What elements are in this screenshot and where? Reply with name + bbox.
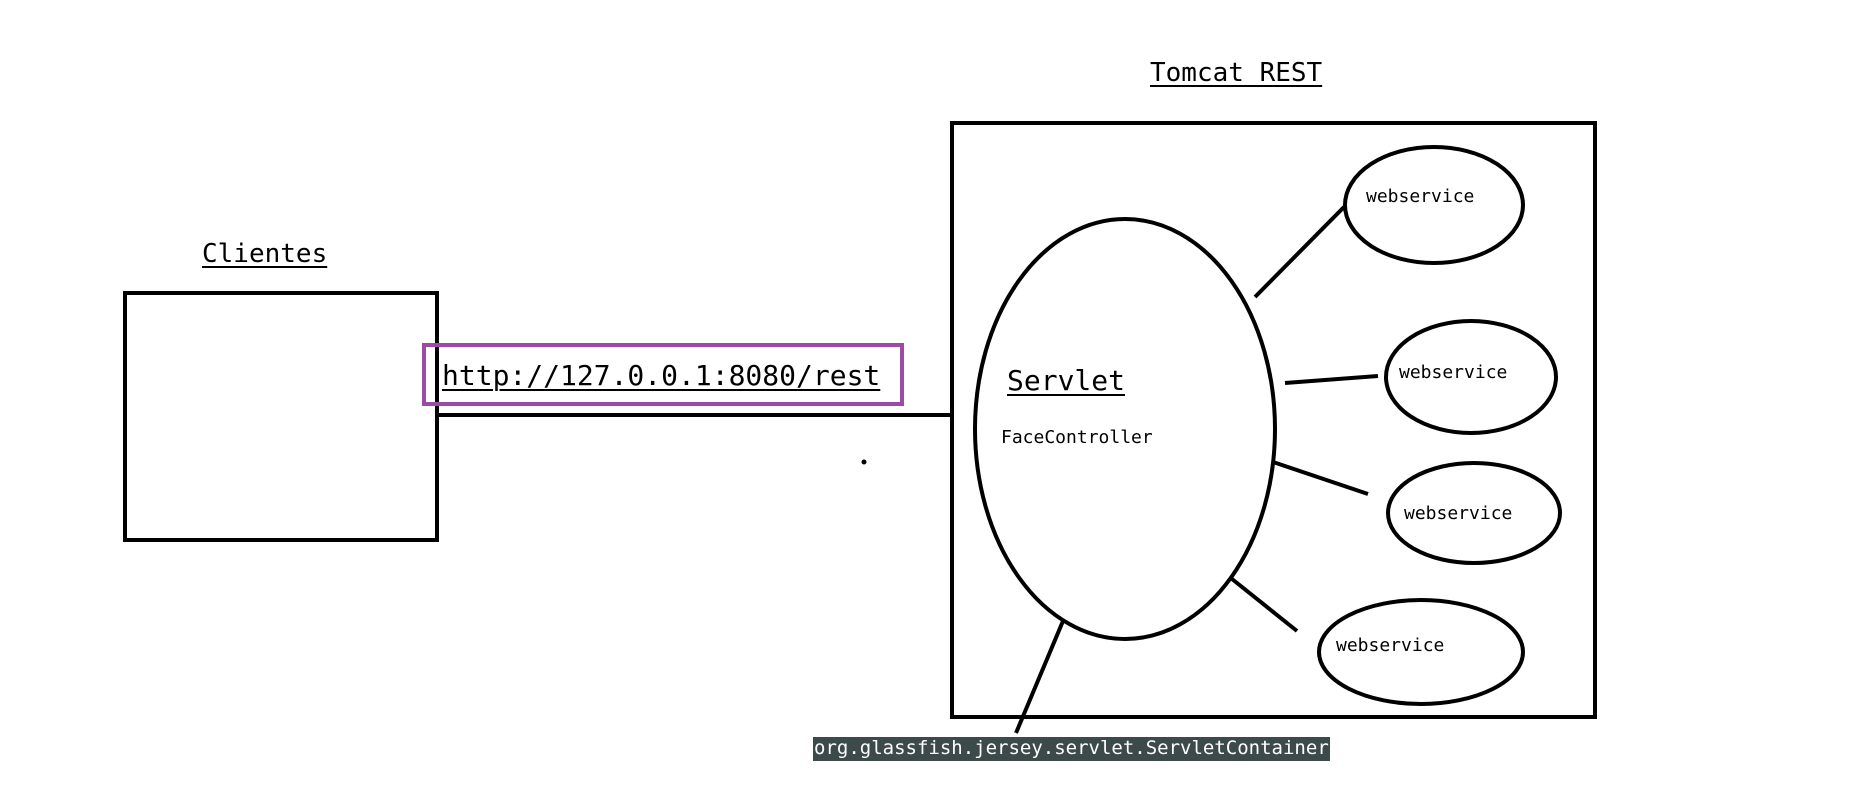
architecture-diagram (123, 121, 1597, 734)
server-title: Tomcat REST (1150, 58, 1323, 88)
webservice-label-2: webservice (1399, 362, 1508, 383)
servlet-title: Servlet (1007, 364, 1126, 397)
servlet-class-label: FaceController (1001, 427, 1153, 448)
servlet-webservice-connector-4 (1230, 577, 1299, 633)
clients-box (123, 291, 439, 542)
webservice-label-1: webservice (1366, 186, 1475, 207)
webservice-label-4: webservice (1336, 635, 1445, 656)
stray-dot (861, 459, 867, 465)
clients-title: Clientes (202, 239, 328, 269)
webservice-label-3: webservice (1404, 503, 1513, 524)
url-label: http://127.0.0.1:8080/rest (442, 359, 881, 392)
servlet-container-label: org.glassfish.jersey.servlet.ServletCont… (813, 737, 1330, 761)
servlet-webservice-connector-2 (1284, 374, 1379, 385)
servlet-webservice-connector-3 (1272, 460, 1369, 496)
servlet-webservice-connector-1 (1253, 205, 1346, 299)
